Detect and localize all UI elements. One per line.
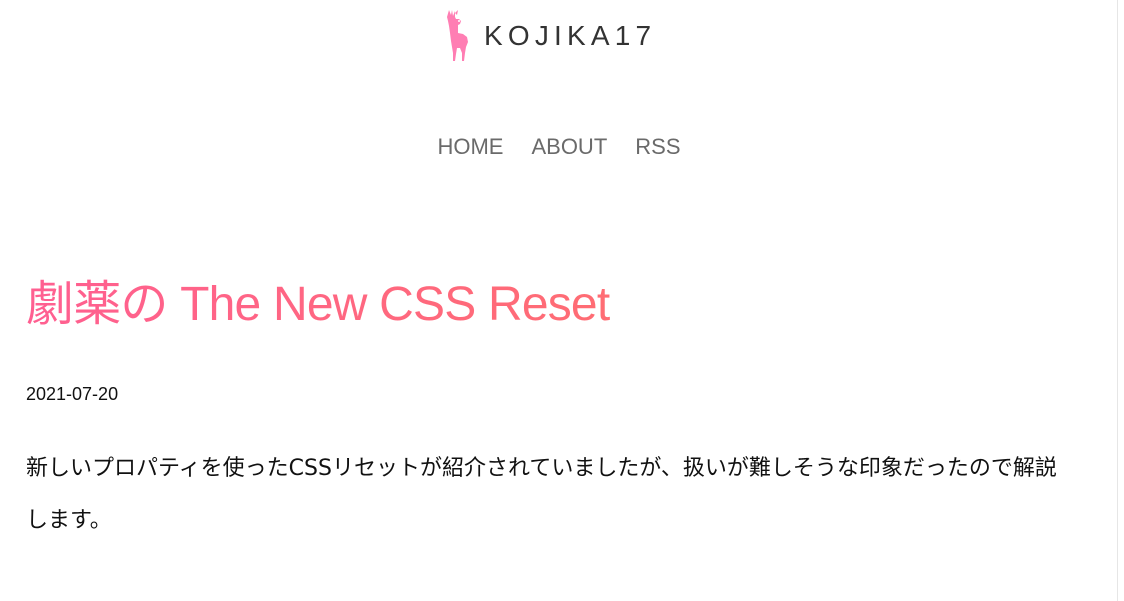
main-nav: HOME ABOUT RSS xyxy=(0,127,1118,167)
article-intro: 新しいプロパティを使ったCSSリセットが紹介されていましたが、扱いが難しそうな印… xyxy=(26,456,1057,533)
vertical-scrollbar[interactable] xyxy=(1117,0,1124,601)
site-logo-link[interactable]: KOJIKA17 xyxy=(444,9,656,63)
article-date: 2021-07-20 xyxy=(26,384,119,404)
nav-home-link[interactable]: HOME xyxy=(437,129,503,165)
nav-rss-link[interactable]: RSS xyxy=(635,129,680,165)
site-header: KOJIKA17 xyxy=(0,0,1118,80)
site-title: KOJIKA17 xyxy=(484,20,657,51)
article: 劇薬の The New CSS Reset 2021-07-20 新しいプロパテ… xyxy=(26,260,1096,569)
article-title: 劇薬の The New CSS Reset xyxy=(26,260,1096,350)
deer-icon xyxy=(447,10,468,61)
nav-about-link[interactable]: ABOUT xyxy=(531,129,607,165)
